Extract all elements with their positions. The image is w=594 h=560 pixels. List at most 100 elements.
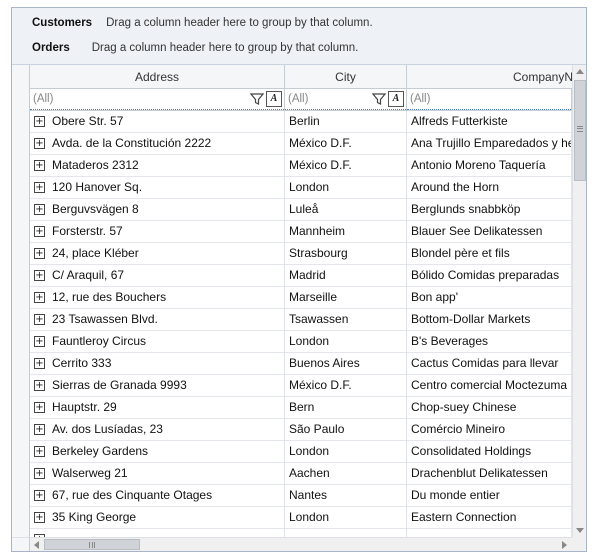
expand-row-icon[interactable]: + bbox=[34, 336, 45, 347]
table-row[interactable]: + Mataderos 2312 México D.F. Antonio Moreno… bbox=[12, 155, 572, 177]
expand-row-icon[interactable]: + bbox=[34, 490, 45, 501]
expand-row-icon[interactable]: + bbox=[34, 358, 45, 369]
row-indicator[interactable] bbox=[12, 309, 30, 331]
table-row[interactable]: + Sierras de Granada 9993 México D.F. Centr… bbox=[12, 375, 572, 397]
cell-address[interactable]: Obere Str. 57 bbox=[48, 111, 285, 133]
cell-companyname[interactable]: Blondel père et fils bbox=[407, 243, 572, 265]
cell-companyname[interactable]: Bottom-Dollar Markets bbox=[407, 309, 572, 331]
table-row[interactable]: + Avda. de la Constitución 2222 México D.F… bbox=[12, 133, 572, 155]
cell-city[interactable]: Marseille bbox=[285, 287, 407, 309]
cell-companyname[interactable]: Alfreds Futterkiste bbox=[407, 111, 572, 133]
row-indicator[interactable] bbox=[12, 287, 30, 309]
row-indicator[interactable] bbox=[12, 375, 30, 397]
table-row[interactable]: +35 King George London Eastern Connection bbox=[12, 507, 572, 529]
row-indicator[interactable] bbox=[12, 221, 30, 243]
horizontal-scroll-thumb[interactable] bbox=[44, 539, 140, 550]
expand-row-icon[interactable]: + bbox=[34, 270, 45, 281]
expand-row-icon[interactable]: + bbox=[34, 204, 45, 215]
cell-city[interactable]: Strasbourg bbox=[285, 243, 407, 265]
row-indicator[interactable] bbox=[12, 507, 30, 529]
filter-cell-city[interactable]: (All) A bbox=[285, 89, 407, 111]
table-row[interactable]: +67, rue des Cinquante Otages Nantes Du mo… bbox=[12, 485, 572, 507]
cell-address[interactable]: 12, rue des Bouchers bbox=[48, 287, 285, 309]
cell-city[interactable]: Nantes bbox=[285, 485, 407, 507]
row-indicator[interactable] bbox=[12, 441, 30, 463]
table-row[interactable]: +12, rue des Bouchers Marseille Bon app' bbox=[12, 287, 572, 309]
row-indicator[interactable] bbox=[12, 463, 30, 485]
cell-city[interactable]: London bbox=[285, 441, 407, 463]
cell-address[interactable]: 23 Tsawassen Blvd. bbox=[48, 309, 285, 331]
expand-row-icon[interactable]: + bbox=[34, 248, 45, 259]
cell-city[interactable]: Madrid bbox=[285, 265, 407, 287]
table-row[interactable]: + Cerrito 333 Buenos Aires Cactus Comidas p… bbox=[12, 353, 572, 375]
cell-city[interactable]: México D.F. bbox=[285, 375, 407, 397]
table-row[interactable]: + Walserweg 21 Aachen Drachenblut Delikates… bbox=[12, 463, 572, 485]
cell-city[interactable]: London bbox=[285, 507, 407, 529]
cell-companyname[interactable]: Consolidated Holdings bbox=[407, 441, 572, 463]
expand-row-icon[interactable]: + bbox=[34, 160, 45, 171]
expand-row-icon[interactable]: + bbox=[34, 468, 45, 479]
scroll-down-icon[interactable] bbox=[576, 528, 584, 533]
table-row[interactable]: +23 Tsawassen Blvd. Tsawassen Bottom-Dolla… bbox=[12, 309, 572, 331]
cell-companyname[interactable]: Drachenblut Delikatessen bbox=[407, 463, 572, 485]
expand-row-icon[interactable]: + bbox=[34, 380, 45, 391]
cell-city[interactable]: Buenos Aires bbox=[285, 353, 407, 375]
row-indicator[interactable] bbox=[12, 177, 30, 199]
row-indicator[interactable] bbox=[12, 397, 30, 419]
expand-row-icon[interactable]: + bbox=[34, 182, 45, 193]
cell-address[interactable]: Mataderos 2312 bbox=[48, 155, 285, 177]
cell-companyname[interactable]: Comércio Mineiro bbox=[407, 419, 572, 441]
table-row[interactable]: + Av. dos Lusíadas, 23 São Paulo Comércio M… bbox=[12, 419, 572, 441]
table-row[interactable]: +120 Hanover Sq. London Around the Horn bbox=[12, 177, 572, 199]
cell-companyname[interactable]: B's Beverages bbox=[407, 331, 572, 353]
cell-address[interactable]: Fauntleroy Circus bbox=[48, 331, 285, 353]
expand-row-icon[interactable]: + bbox=[34, 512, 45, 523]
row-indicator[interactable] bbox=[12, 353, 30, 375]
cell-city[interactable]: London bbox=[285, 177, 407, 199]
cell-address[interactable]: C/ Araquil, 67 bbox=[48, 265, 285, 287]
row-indicator[interactable] bbox=[12, 265, 30, 287]
cell-address[interactable]: Hauptstr. 29 bbox=[48, 397, 285, 419]
row-indicator[interactable] bbox=[12, 111, 30, 133]
column-header-companyname[interactable]: CompanyNa bbox=[407, 65, 586, 89]
cell-address[interactable]: 24, place Kléber bbox=[48, 243, 285, 265]
table-row[interactable]: + C/ Araquil, 67 Madrid Bólido Comidas prep… bbox=[12, 265, 572, 287]
cell-companyname[interactable]: Du monde entier bbox=[407, 485, 572, 507]
cell-address[interactable]: 120 Hanover Sq. bbox=[48, 177, 285, 199]
funnel-icon[interactable] bbox=[372, 92, 386, 106]
expand-row-icon[interactable]: + bbox=[34, 424, 45, 435]
cell-companyname[interactable]: Ana Trujillo Emparedados y hel bbox=[407, 133, 572, 155]
cell-address[interactable]: Berkeley Gardens bbox=[48, 441, 285, 463]
column-header-address[interactable]: Address bbox=[30, 65, 285, 89]
funnel-icon[interactable] bbox=[250, 92, 264, 106]
scroll-right-icon[interactable] bbox=[562, 541, 567, 549]
cell-city[interactable]: Luleå bbox=[285, 199, 407, 221]
cell-companyname[interactable]: Chop-suey Chinese bbox=[407, 397, 572, 419]
cell-address[interactable]: Avda. de la Constitución 2222 bbox=[48, 133, 285, 155]
expand-row-icon[interactable]: + bbox=[34, 402, 45, 413]
data-grid[interactable]: Customers Drag a column header here to gr… bbox=[11, 7, 587, 552]
column-header-city[interactable]: City bbox=[285, 65, 407, 89]
table-row[interactable]: + Obere Str. 57 Berlin Alfreds Futterkiste bbox=[12, 111, 572, 133]
group-panel-customers[interactable]: Customers Drag a column header here to gr… bbox=[32, 14, 373, 30]
match-case-icon[interactable]: A bbox=[266, 91, 282, 107]
horizontal-scrollbar[interactable] bbox=[30, 537, 572, 551]
cell-companyname[interactable]: Berglunds snabbköp bbox=[407, 199, 572, 221]
expand-row-icon[interactable]: + bbox=[34, 292, 45, 303]
cell-city[interactable]: Bern bbox=[285, 397, 407, 419]
filter-cell-address[interactable]: (All) A bbox=[30, 89, 285, 111]
expand-row-icon[interactable]: + bbox=[34, 314, 45, 325]
cell-city[interactable]: São Paulo bbox=[285, 419, 407, 441]
vertical-scroll-thumb[interactable] bbox=[574, 80, 586, 181]
cell-city[interactable]: London bbox=[285, 331, 407, 353]
cell-address[interactable]: 35 King George bbox=[48, 507, 285, 529]
group-panel[interactable]: Customers Drag a column header here to gr… bbox=[12, 8, 586, 65]
scroll-up-icon[interactable] bbox=[576, 69, 584, 74]
cell-address[interactable]: Walserweg 21 bbox=[48, 463, 285, 485]
group-panel-orders[interactable]: Orders Drag a column header here to group… bbox=[32, 39, 358, 55]
table-row[interactable]: + Berkeley Gardens London Consolidated Hold… bbox=[12, 441, 572, 463]
cell-companyname[interactable]: Eastern Connection bbox=[407, 507, 572, 529]
cell-companyname[interactable]: Around the Horn bbox=[407, 177, 572, 199]
scroll-left-icon[interactable] bbox=[34, 541, 39, 549]
cell-city[interactable]: México D.F. bbox=[285, 133, 407, 155]
